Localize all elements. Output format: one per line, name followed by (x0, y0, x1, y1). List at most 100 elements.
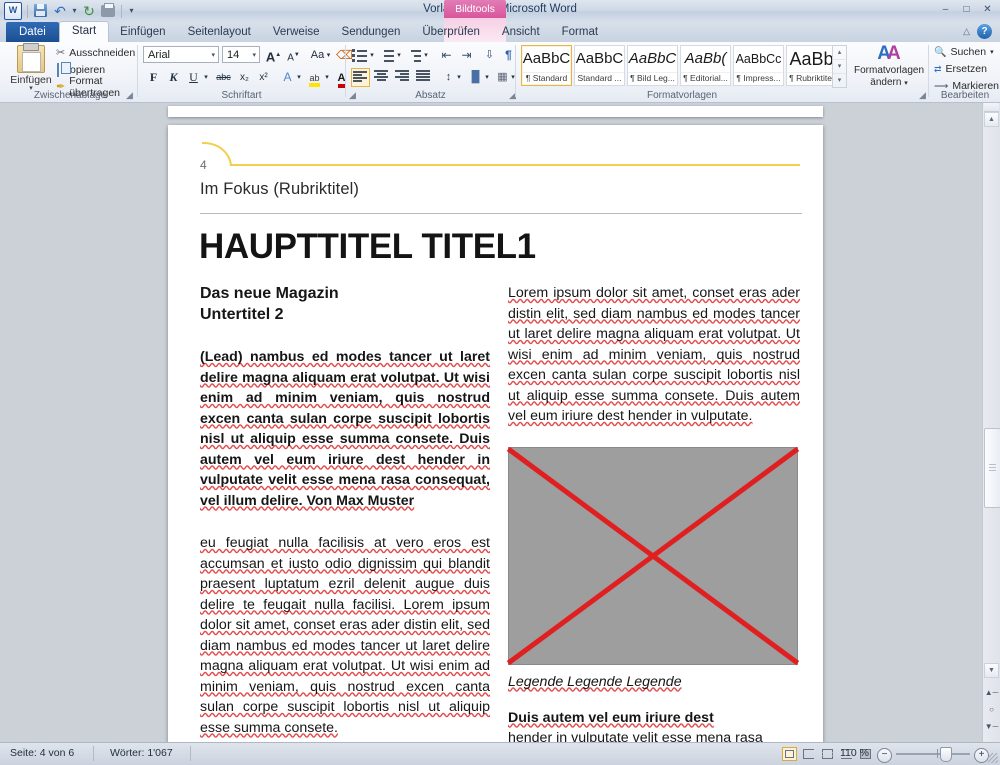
font-name-dropdown-icon[interactable]: ▾ (211, 47, 215, 64)
next-page-nav-icon[interactable]: ▼─ (984, 719, 999, 734)
font-size-dropdown-icon[interactable]: ▾ (252, 47, 256, 64)
line-spacing-dropdown-icon[interactable]: ▾ (455, 68, 463, 87)
vertical-scrollbar[interactable]: ▲ ▼ ▲─ ○ ▼─ (982, 103, 1000, 742)
contextual-tab-group-label: Bildtools (444, 0, 506, 18)
style-item-impressum[interactable]: AaBbCc ¶ Impress... (733, 45, 784, 86)
select-browse-object-icon[interactable]: ○ (984, 702, 999, 717)
font-size-input[interactable]: 14 ▾ (222, 46, 260, 63)
tab-seitenlayout[interactable]: Seitenlayout (177, 22, 262, 42)
highlight-dropdown-icon[interactable]: ▾ (323, 68, 331, 87)
help-icon[interactable]: ? (977, 24, 992, 39)
right-bold-lead: Duis autem vel eum iriure dest (508, 708, 800, 729)
maximize-button[interactable]: □ (958, 3, 975, 17)
style-item-bild-legende[interactable]: AaBbC ¶ Bild Leg... (627, 45, 678, 86)
subscript-button[interactable]: x₂ (235, 68, 254, 87)
tab-ansicht[interactable]: Ansicht (491, 22, 551, 42)
style-name: ¶ Impress... (734, 72, 783, 83)
increase-indent-icon[interactable]: ⇥ (457, 46, 476, 65)
style-item-standard[interactable]: AaBbC ¶ Standard (521, 45, 572, 86)
styles-dialog-launcher[interactable]: ◢ (919, 91, 928, 100)
zoom-out-button[interactable]: − (877, 748, 892, 763)
document-canvas[interactable]: 4 Im Fokus (Rubriktitel) HAUPTTITEL TITE… (0, 103, 1000, 742)
split-window-handle[interactable] (984, 103, 999, 112)
ribbon-group-styles: AaBbC ¶ Standard AaBbC Standard ... AaBb… (517, 42, 847, 102)
underline-button[interactable]: U (184, 68, 203, 87)
broken-image-placeholder[interactable] (508, 447, 798, 665)
sort-icon[interactable]: ⇩ (480, 46, 499, 65)
style-name: Standard ... (575, 72, 624, 83)
scroll-up-button[interactable]: ▲ (984, 112, 999, 127)
status-bar: Seite: 4 von 6 Wörter: 1'067 110 % − + (0, 742, 1000, 765)
style-name: ¶ Rubriktitel (787, 72, 836, 83)
word-count-indicator[interactable]: Wörter: 1'067 (110, 747, 173, 759)
ribbon-group-editing: 🔍 Suchen ▾ ⇄ Ersetzen ⟶ Markieren ▾ Bear… (930, 42, 1000, 102)
change-styles-button[interactable]: AA Formatvorlagen ändern ▾ (854, 44, 924, 89)
font-size-value: 14 (227, 49, 239, 61)
style-item-standard-2[interactable]: AaBbC Standard ... (574, 45, 625, 86)
superscript-button[interactable]: x² (254, 68, 273, 87)
document-page[interactable]: 4 Im Fokus (Rubriktitel) HAUPTTITEL TITE… (168, 125, 823, 742)
align-left-icon[interactable] (351, 68, 370, 87)
change-case-dropdown-icon[interactable]: ▾ (325, 46, 332, 65)
tab-ueberpruefen[interactable]: Überprüfen (411, 22, 491, 42)
scrollbar-thumb[interactable] (984, 428, 1000, 508)
highlight-color-icon[interactable]: ab (305, 68, 324, 87)
minimize-button[interactable]: – (937, 3, 954, 17)
paste-button[interactable]: Einfügen ▾ (7, 44, 55, 88)
shading-dropdown-icon[interactable]: ▾ (483, 68, 491, 87)
close-button[interactable]: ✕ (979, 3, 996, 17)
scroll-down-button[interactable]: ▼ (984, 663, 999, 678)
align-right-icon[interactable] (393, 68, 412, 87)
replace-button[interactable]: ⇄ Ersetzen (934, 62, 987, 76)
grow-font-button[interactable]: A▲ (264, 46, 283, 65)
styles-scroll-up-icon[interactable]: ▴ (833, 46, 846, 60)
full-screen-reading-view-icon[interactable] (801, 747, 816, 761)
italic-button[interactable]: K (164, 68, 183, 87)
change-styles-dropdown-icon[interactable]: ▾ (904, 80, 908, 87)
divider (345, 45, 346, 97)
styles-scroll-down-icon[interactable]: ▾ (833, 60, 846, 74)
bullets-dropdown-icon[interactable]: ▾ (368, 46, 376, 65)
clipboard-dialog-launcher[interactable]: ◢ (126, 91, 135, 100)
styles-more-icon[interactable]: ▾ (833, 74, 846, 87)
cut-button[interactable]: ✂ Ausschneiden (56, 46, 135, 60)
styles-gallery-scroll[interactable]: ▴ ▾ ▾ (832, 45, 847, 88)
zoom-slider-thumb[interactable] (940, 747, 952, 762)
underline-dropdown-icon[interactable]: ▾ (202, 68, 210, 87)
ribbon-group-clipboard: Einfügen ▾ ✂ Ausschneiden Kopieren ✒ For… (2, 42, 138, 102)
zoom-in-button[interactable]: + (974, 748, 989, 763)
tab-datei[interactable]: Datei (6, 22, 59, 42)
multilevel-dropdown-icon[interactable]: ▾ (422, 46, 430, 65)
font-name-input[interactable]: Arial ▾ (143, 46, 219, 63)
tab-verweise[interactable]: Verweise (262, 22, 331, 42)
tab-format[interactable]: Format (551, 22, 609, 42)
shrink-font-button[interactable]: A▼ (284, 46, 303, 65)
tab-sendungen[interactable]: Sendungen (331, 22, 412, 42)
page-indicator[interactable]: Seite: 4 von 6 (10, 747, 74, 759)
bold-button[interactable]: F (144, 68, 163, 87)
right-body-paragraph: Lorem ipsum dolor sit amet, conset eras … (508, 283, 800, 427)
zoom-level-label[interactable]: 110 % (840, 747, 869, 759)
resize-grip[interactable] (988, 753, 998, 763)
decrease-indent-icon[interactable]: ⇤ (437, 46, 456, 65)
find-button[interactable]: 🔍 Suchen ▾ (934, 45, 994, 59)
tab-einfuegen[interactable]: Einfügen (109, 22, 176, 42)
web-layout-view-icon[interactable] (820, 747, 835, 761)
justify-icon[interactable] (414, 68, 433, 87)
tab-start[interactable]: Start (59, 21, 109, 42)
style-item-rubriktitel[interactable]: AaBb ¶ Rubriktitel (786, 45, 837, 86)
style-item-editorial[interactable]: AaBb( ¶ Editorial... (680, 45, 731, 86)
text-effects-dropdown-icon[interactable]: ▾ (295, 68, 303, 87)
numbering-dropdown-icon[interactable]: ▾ (395, 46, 403, 65)
find-dropdown-icon[interactable]: ▾ (990, 48, 994, 56)
right-column: Lorem ipsum dolor sit amet, conset eras … (508, 283, 800, 742)
zoom-slider[interactable] (896, 753, 970, 755)
strikethrough-button[interactable]: abc (214, 68, 233, 87)
print-layout-view-icon[interactable] (782, 747, 797, 761)
change-styles-label-2: ändern ▾ (854, 77, 924, 89)
align-center-icon[interactable] (372, 68, 391, 87)
previous-page-nav-icon[interactable]: ▲─ (984, 685, 999, 700)
copy-icon (56, 64, 59, 76)
minimize-ribbon-icon[interactable]: △ (963, 26, 970, 37)
subtitle-line-1: Das neue Magazin (200, 283, 490, 304)
